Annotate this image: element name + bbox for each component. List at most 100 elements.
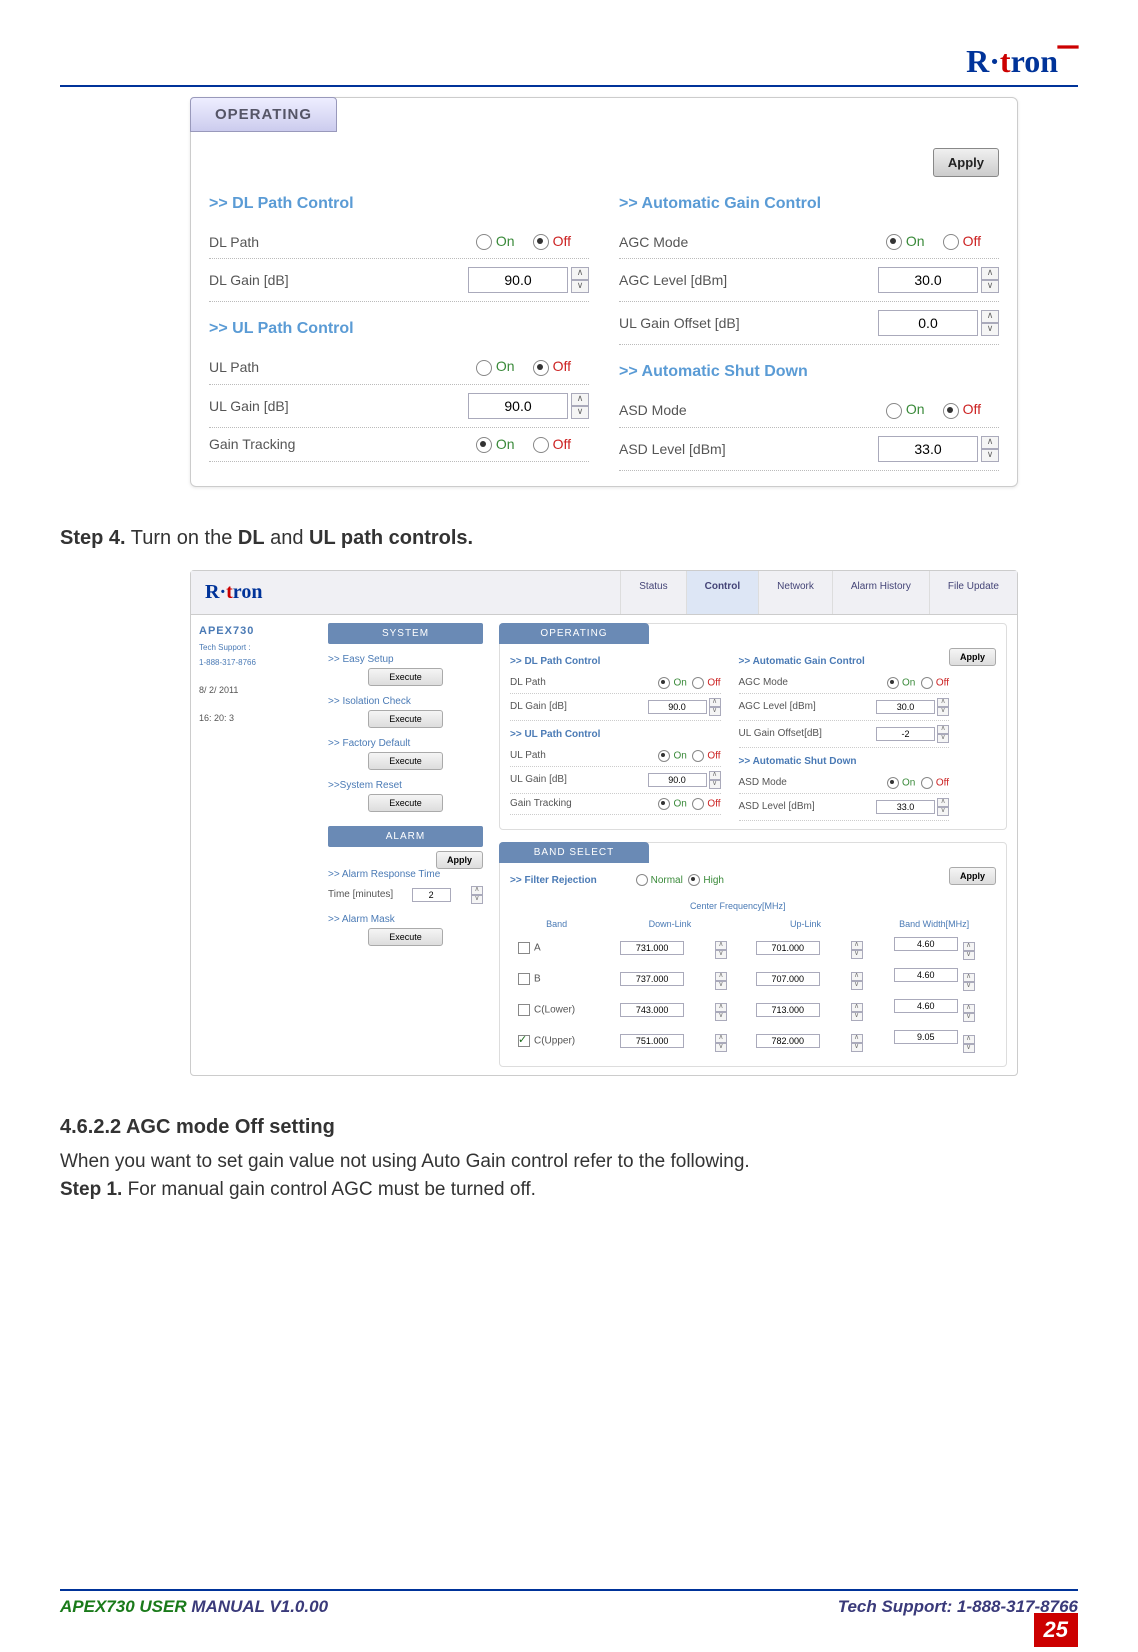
asd-level-stepper[interactable]: ∧∨ bbox=[981, 436, 999, 462]
agc-off-radio-sm[interactable] bbox=[921, 677, 933, 689]
asd-on-radio[interactable] bbox=[886, 403, 902, 419]
ul-gain-offset-stepper[interactable]: ∧∨ bbox=[981, 310, 999, 336]
gain-tracking-label: Gain Tracking bbox=[209, 436, 476, 452]
ul-gain-offset-input[interactable] bbox=[878, 310, 978, 336]
reset-execute-button[interactable]: Execute bbox=[368, 794, 443, 812]
track-on-radio-sm[interactable] bbox=[658, 798, 670, 810]
uloff-stepper-sm[interactable]: ∧∨ bbox=[937, 725, 949, 743]
time-minutes-label: Time [minutes] bbox=[328, 889, 393, 900]
ul-gain-stepper[interactable]: ∧∨ bbox=[571, 393, 589, 419]
band-C(Lower)-dl-stepper[interactable]: ∧∨ bbox=[715, 1003, 727, 1021]
band-B-ul-input[interactable] bbox=[756, 972, 820, 986]
filter-normal-radio[interactable] bbox=[636, 874, 648, 886]
band-A-dl-stepper[interactable]: ∧∨ bbox=[715, 941, 727, 959]
dl-path-on-radio[interactable] bbox=[476, 234, 492, 250]
agc-level-input[interactable] bbox=[878, 267, 978, 293]
control-screenshot: R·tron Status Control Network Alarm Hist… bbox=[190, 570, 1018, 1076]
band-C(Lower)-ul-input[interactable] bbox=[756, 1003, 820, 1017]
band-A-ul-input[interactable] bbox=[756, 941, 820, 955]
band-C(Upper)-ul-input[interactable] bbox=[756, 1034, 820, 1048]
alarm-mask-execute-button[interactable]: Execute bbox=[368, 928, 443, 946]
band-C(Upper)-bw-stepper[interactable]: ∧∨ bbox=[963, 1035, 975, 1053]
ul-off-radio-sm[interactable] bbox=[692, 750, 704, 762]
dl-gain-label-sm: DL Gain [dB] bbox=[510, 701, 648, 712]
agc-on-radio[interactable] bbox=[886, 234, 902, 250]
operating-tab[interactable]: OPERATING bbox=[190, 97, 337, 132]
band-B-dl-stepper[interactable]: ∧∨ bbox=[715, 972, 727, 990]
band-apply-button[interactable]: Apply bbox=[949, 867, 996, 885]
band-B-dl-input[interactable] bbox=[620, 972, 684, 986]
tab-control[interactable]: Control bbox=[686, 571, 759, 614]
isolation-execute-button[interactable]: Execute bbox=[368, 710, 443, 728]
uplink-col: Up-Link bbox=[739, 916, 873, 932]
band-C(Lower)-checkbox[interactable] bbox=[518, 1004, 530, 1016]
tab-alarm-history[interactable]: Alarm History bbox=[832, 571, 929, 614]
band-A-bw-stepper[interactable]: ∧∨ bbox=[963, 942, 975, 960]
operating-header-small: OPERATING bbox=[499, 623, 649, 644]
band-C(Upper)-dl-input[interactable] bbox=[620, 1034, 684, 1048]
dl-gain-label: DL Gain [dB] bbox=[209, 272, 468, 288]
easy-setup-execute-button[interactable]: Execute bbox=[368, 668, 443, 686]
agc-on-radio-sm[interactable] bbox=[887, 677, 899, 689]
dl-on-radio-sm[interactable] bbox=[658, 677, 670, 689]
band-A-checkbox[interactable] bbox=[518, 942, 530, 954]
band-A-bw-input[interactable] bbox=[894, 937, 958, 951]
agc-stepper-sm[interactable]: ∧∨ bbox=[937, 698, 949, 716]
asd-stepper-sm[interactable]: ∧∨ bbox=[937, 798, 949, 816]
gain-tracking-on-radio[interactable] bbox=[476, 437, 492, 453]
band-select-header: BAND SELECT bbox=[499, 842, 649, 863]
band-C(Upper)-dl-stepper[interactable]: ∧∨ bbox=[715, 1034, 727, 1052]
tab-file-update[interactable]: File Update bbox=[929, 571, 1017, 614]
time-stepper[interactable]: ∧∨ bbox=[471, 886, 483, 904]
asd-off-radio[interactable] bbox=[943, 403, 959, 419]
ul-gain-label-sm: UL Gain [dB] bbox=[510, 774, 648, 785]
band-C(Upper)-checkbox[interactable] bbox=[518, 1035, 530, 1047]
ul-path-on-radio[interactable] bbox=[476, 360, 492, 376]
apply-button[interactable]: Apply bbox=[933, 148, 999, 177]
filter-high-radio[interactable] bbox=[688, 874, 700, 886]
band-A-ul-stepper[interactable]: ∧∨ bbox=[851, 941, 863, 959]
factory-execute-button[interactable]: Execute bbox=[368, 752, 443, 770]
operating-apply-button[interactable]: Apply bbox=[949, 648, 996, 666]
band-C(Lower)-bw-stepper[interactable]: ∧∨ bbox=[963, 1004, 975, 1022]
asd-mode-label: ASD Mode bbox=[619, 402, 886, 418]
band-B-bw-input[interactable] bbox=[894, 968, 958, 982]
agc-level-input-sm[interactable] bbox=[876, 700, 935, 714]
dl-gain-stepper-sm[interactable]: ∧∨ bbox=[709, 698, 721, 716]
band-C(Upper)-ul-stepper[interactable]: ∧∨ bbox=[851, 1034, 863, 1052]
ul-path-off-radio[interactable] bbox=[533, 360, 549, 376]
time-minutes-input[interactable] bbox=[412, 888, 451, 902]
dl-gain-input[interactable] bbox=[468, 267, 568, 293]
tab-network[interactable]: Network bbox=[758, 571, 832, 614]
ul-offset-input-sm[interactable] bbox=[876, 727, 935, 741]
asd-off-radio-sm[interactable] bbox=[921, 777, 933, 789]
device-name: APEX730 bbox=[199, 625, 314, 637]
band-C(Lower)-dl-input[interactable] bbox=[620, 1003, 684, 1017]
band-C(Upper)-bw-input[interactable] bbox=[894, 1030, 958, 1044]
band-A-dl-input[interactable] bbox=[620, 941, 684, 955]
asd-level-input-sm[interactable] bbox=[876, 800, 935, 814]
dl-gain-input-sm[interactable] bbox=[648, 700, 707, 714]
dl-gain-stepper[interactable]: ∧∨ bbox=[571, 267, 589, 293]
band-B-ul-stepper[interactable]: ∧∨ bbox=[851, 972, 863, 990]
alarm-apply-button[interactable]: Apply bbox=[436, 851, 483, 869]
agc-off-radio[interactable] bbox=[943, 234, 959, 250]
asd-on-radio-sm[interactable] bbox=[887, 777, 899, 789]
band-B-checkbox[interactable] bbox=[518, 973, 530, 985]
dl-path-control-header: >> DL Path Control bbox=[209, 195, 589, 213]
agc-level-stepper[interactable]: ∧∨ bbox=[981, 267, 999, 293]
ul-gain-input[interactable] bbox=[468, 393, 568, 419]
asd-level-input[interactable] bbox=[878, 436, 978, 462]
ul-gain-input-sm[interactable] bbox=[648, 773, 707, 787]
tab-status[interactable]: Status bbox=[620, 571, 685, 614]
band-C(Lower)-ul-stepper[interactable]: ∧∨ bbox=[851, 1003, 863, 1021]
track-off-radio-sm[interactable] bbox=[692, 798, 704, 810]
dl-off-radio-sm[interactable] bbox=[692, 677, 704, 689]
ul-gain-stepper-sm[interactable]: ∧∨ bbox=[709, 771, 721, 789]
ul-path-control-hdr-sm: >> UL Path Control bbox=[510, 729, 721, 740]
band-B-bw-stepper[interactable]: ∧∨ bbox=[963, 973, 975, 991]
band-C(Lower)-bw-input[interactable] bbox=[894, 999, 958, 1013]
dl-path-off-radio[interactable] bbox=[533, 234, 549, 250]
gain-tracking-off-radio[interactable] bbox=[533, 437, 549, 453]
ul-on-radio-sm[interactable] bbox=[658, 750, 670, 762]
